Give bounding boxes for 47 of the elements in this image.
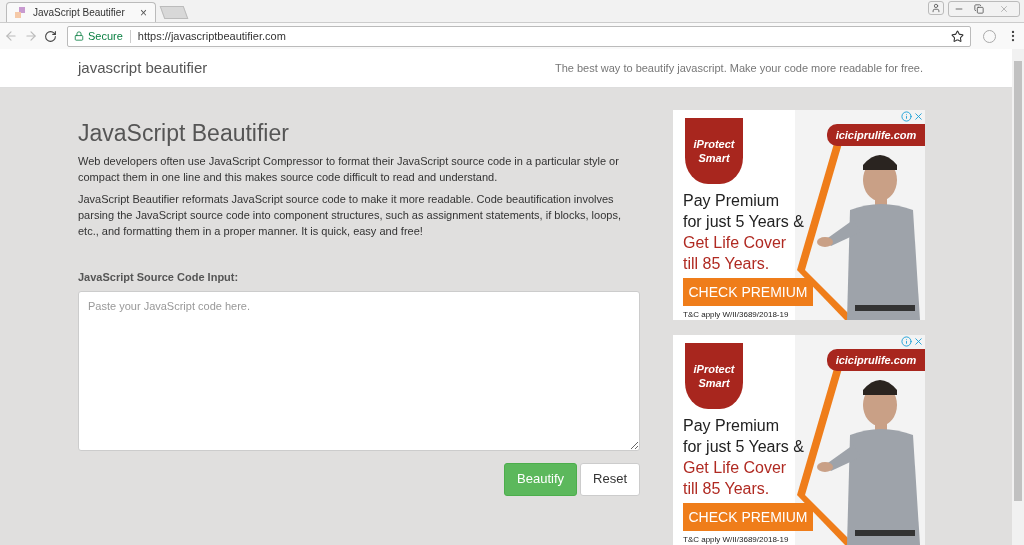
close-icon[interactable] xyxy=(913,111,924,122)
site-label: iciciprulife.com xyxy=(827,349,925,371)
new-tab-button[interactable] xyxy=(159,6,189,19)
back-icon[interactable] xyxy=(4,29,18,43)
tab-title: JavaScript Beautifier xyxy=(33,6,126,20)
lock-icon xyxy=(74,31,84,41)
favicon-icon xyxy=(15,6,27,19)
close-icon[interactable] xyxy=(913,336,924,347)
restore-icon[interactable] xyxy=(974,4,984,14)
logo-text: Smart xyxy=(698,152,730,164)
logo-text: Smart xyxy=(698,377,730,389)
page-title: JavaScript Beautifier xyxy=(78,119,290,147)
ad-headline: Pay Premium xyxy=(683,416,781,436)
ad-headline: Pay Premium xyxy=(683,191,781,211)
fine-print: T&C apply W/II/3689/2018-19 xyxy=(683,309,789,320)
advertisement-banner[interactable]: iProtect Smart iciciprulife.com Pay Premium for just 5 Years & Get Life Cover till 85 Years. CHECK PREMIUM T&C apply W/II/3689/2018-19 xyxy=(673,335,925,545)
description-paragraph: Web developers often use JavaScript Compressor to format their JavaScript source code in a particular style or compact them in one line and this makes source code difficult to read and understand. xyxy=(78,154,620,185)
ad-headline: for just 5 Years & xyxy=(683,437,804,457)
reset-button[interactable]: Reset xyxy=(580,462,640,496)
browser-tab[interactable]: JavaScript Beautifier × xyxy=(6,2,156,22)
bookmark-star-icon[interactable] xyxy=(951,29,964,43)
url-text: https://javascriptbeautifier.com xyxy=(137,28,287,44)
secure-label: Secure xyxy=(88,28,123,44)
person-icon xyxy=(931,3,941,13)
ad-headline: Get Life Cover xyxy=(683,458,788,478)
reload-icon[interactable] xyxy=(44,29,57,43)
ad-headline: till 85 Years. xyxy=(683,479,771,499)
tagline: The best way to beautify javascript. Make your code more readable for free. xyxy=(554,60,923,76)
tab-close-button[interactable]: × xyxy=(140,3,147,22)
address-bar[interactable]: Secure https://javascriptbeautifier.com xyxy=(67,25,971,47)
ad-headline: for just 5 Years & xyxy=(683,212,804,232)
site-logo[interactable]: javascript beautifier xyxy=(78,56,208,80)
logo-text: iProtect xyxy=(693,363,735,375)
advertisement-banner[interactable]: iProtect Smart iciciprulife.com Pay Premium for just 5 Years & Get Life Cover till 85 Years. CHECK PREMIUM T&C apply W/II/3689/2018-19 xyxy=(673,110,925,320)
ad-headline: Get Life Cover xyxy=(683,233,788,253)
info-icon[interactable] xyxy=(901,111,912,122)
forward-icon[interactable] xyxy=(24,29,38,43)
site-label: iciciprulife.com xyxy=(827,124,925,146)
close-icon[interactable] xyxy=(999,4,1009,14)
fine-print: T&C apply W/II/3689/2018-19 xyxy=(683,534,789,545)
ad-headline: till 85 Years. xyxy=(683,254,771,274)
input-label: JavaScript Source Code Input: xyxy=(78,270,240,285)
info-icon[interactable] xyxy=(901,336,912,347)
logo-text: iProtect xyxy=(693,138,735,150)
code-input-field[interactable]: Paste your JavaScript code here. xyxy=(78,290,640,451)
profile-button[interactable] xyxy=(928,1,944,15)
description-paragraph: JavaScript Beautifier reformats JavaScript source code to make it more readable. Code beautification involves parsing the JavaScript source code into component structures, such as assignment statements, if blocks, loops, etc., and formatting them in a proper manner. It is quick, easy and free! xyxy=(78,192,622,239)
